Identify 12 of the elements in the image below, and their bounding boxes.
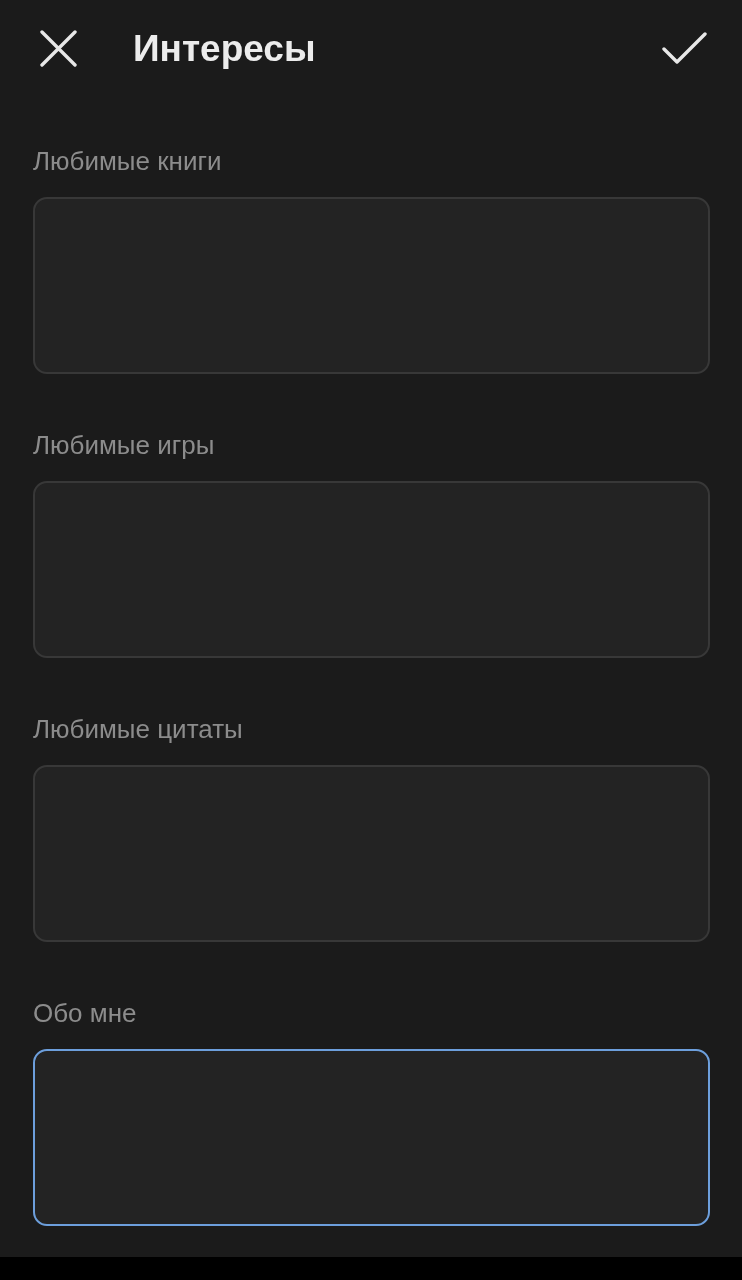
text-field[interactable] — [33, 197, 710, 374]
field-label: Любимые книги — [33, 145, 223, 178]
field-label: Любимые игры — [33, 429, 216, 462]
text-field[interactable] — [33, 1049, 710, 1226]
checkmark-icon — [661, 31, 707, 65]
field-label: Любимые цитаты — [33, 713, 244, 746]
text-field[interactable] — [33, 481, 710, 658]
field-label: Обо мне — [33, 997, 138, 1030]
text-field[interactable] — [33, 765, 710, 942]
close-button[interactable] — [38, 28, 78, 68]
close-icon — [39, 29, 77, 67]
page-title: Интересы — [133, 29, 316, 67]
